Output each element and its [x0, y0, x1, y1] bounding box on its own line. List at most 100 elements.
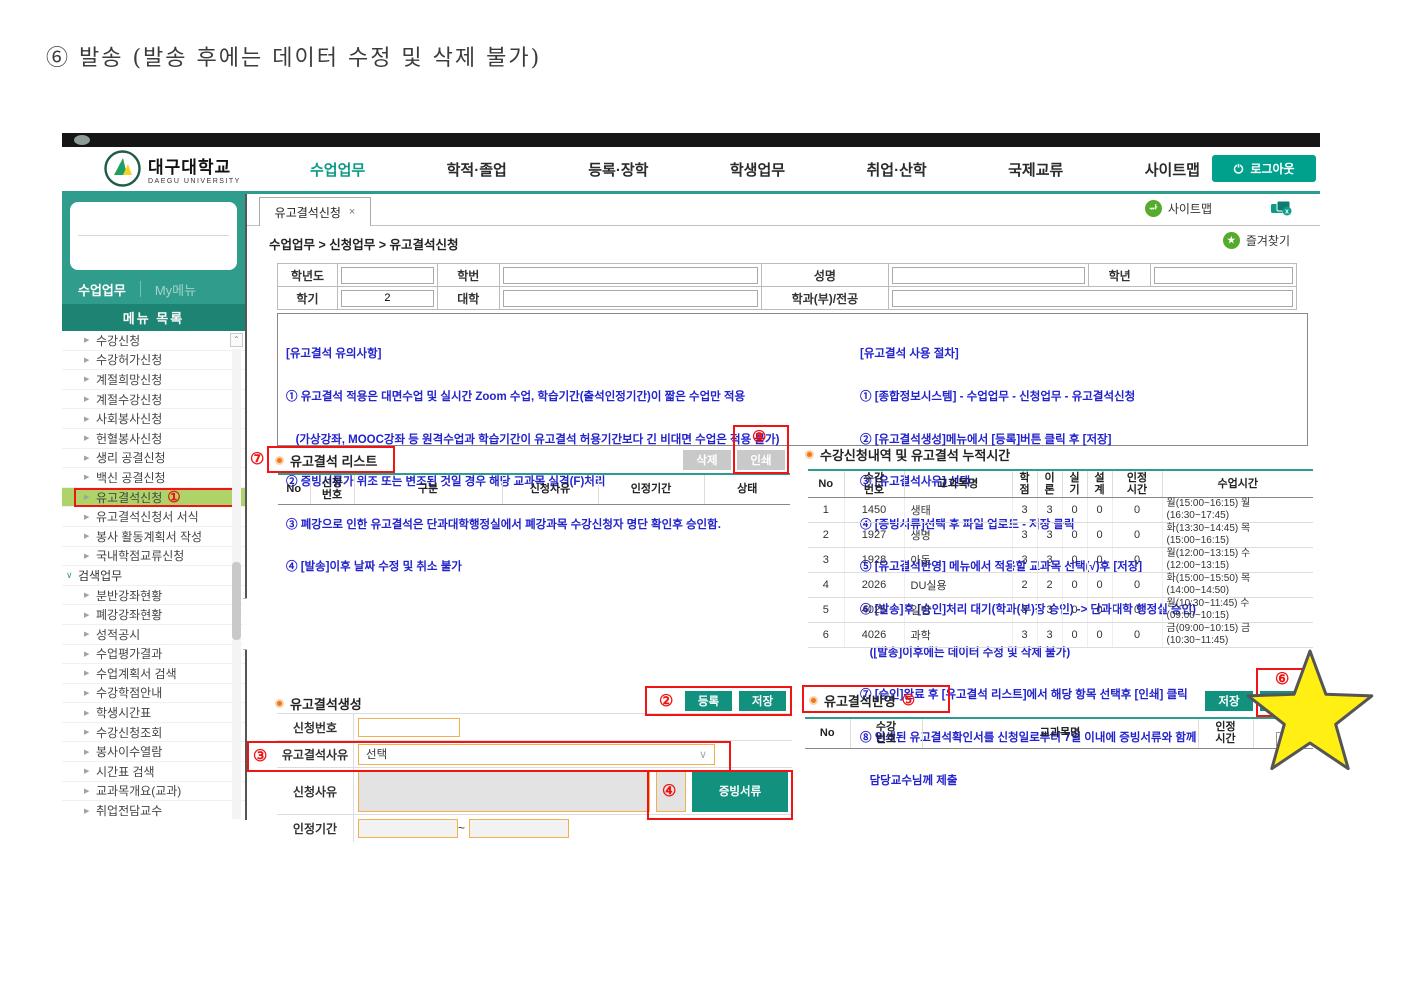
notice-box: [유고결석 유의사항] ① 유고결석 적용은 대면수업 및 실시간 Zoom 수…	[277, 313, 1308, 446]
sidebar-item-eval-result[interactable]: ▶수업평가결과	[62, 645, 245, 665]
sidebar-item-credit-exchange[interactable]: ▶국내학점교류신청	[62, 547, 245, 567]
print-button[interactable]: 인쇄	[737, 450, 785, 470]
label-term: 학기	[278, 287, 338, 310]
sitemap-link[interactable]: ᆎ 사이트맵	[1145, 200, 1212, 217]
label-student-no: 학번	[437, 264, 499, 287]
annotation-4: ④	[662, 784, 676, 800]
logo-subtitle: DAEGU UNIVERSITY	[148, 178, 241, 185]
sidebar-item-course-overview[interactable]: ▶교과목개요(교과)	[62, 782, 245, 802]
sidebar-item-timetable-search[interactable]: ▶시간표 검색	[62, 762, 245, 782]
favorite-button[interactable]: ★ 즐겨찾기	[1223, 232, 1290, 249]
sidebar-item-class-status[interactable]: ▶분반강좌현황	[62, 586, 245, 606]
dept-input[interactable]	[892, 290, 1293, 307]
sitemap-icon: ᆎ	[1145, 200, 1162, 217]
arrow-icon: ▶	[84, 395, 89, 403]
nav-item-sitemap[interactable]: 사이트맵	[1145, 159, 1200, 180]
university-logo[interactable]: 대구대학교 DAEGU UNIVERSITY	[104, 150, 241, 187]
period-start-input[interactable]	[358, 819, 458, 838]
sidebar-item-vaccine-absence[interactable]: ▶백신 공결신청	[62, 468, 245, 488]
sidebar-group-search[interactable]: ∨검색업무	[62, 566, 245, 586]
arrow-icon: ▶	[84, 650, 89, 658]
arrow-icon: ▶	[84, 689, 89, 697]
logo-title: 대구대학교	[148, 153, 241, 178]
bullet-icon	[275, 456, 284, 465]
nav-item-records[interactable]: 학적·졸업	[447, 159, 507, 180]
sidebar-item-grade-post[interactable]: ▶성적공시	[62, 625, 245, 645]
scrollbar-up-icon[interactable]: ⌃	[230, 333, 243, 347]
sidebar-item-seasonal-hope[interactable]: ▶계절희망신청	[62, 370, 245, 390]
arrow-icon: ▶	[84, 669, 89, 677]
notice-right-title: [유고결석 사용 절차]	[860, 347, 1305, 361]
course-row: 54025일반33000월(10:30~11:45) 수(09:00~10:15…	[808, 597, 1313, 622]
arrow-icon: ▶	[84, 728, 89, 736]
sidebar-item-clipped[interactable]: ▶취업전담교수	[62, 801, 245, 820]
bullet-icon	[809, 696, 818, 705]
star-annotation	[1242, 646, 1378, 782]
sidebar-scrollbar-thumb[interactable]	[232, 562, 241, 640]
grade-input[interactable]	[1154, 267, 1293, 284]
sidebar-item-excused-absence[interactable]: ▶ 유고결석신청 ①	[62, 488, 245, 508]
sidebar-item-menstrual-absence[interactable]: ▶생리 공결신청	[62, 449, 245, 469]
sidebar-tabs: 수업업무 My메뉴	[62, 274, 245, 304]
tab-close-icon[interactable]: ×	[349, 206, 355, 218]
sidebar-item-social-service[interactable]: ▶사회봉사신청	[62, 409, 245, 429]
power-icon	[1233, 163, 1244, 174]
sidebar-item-syllabus-search[interactable]: ▶수업계획서 검색	[62, 664, 245, 684]
label-college: 대학	[437, 287, 499, 310]
tab-bar: 유고결석신청 × ᆎ 사이트맵 x	[247, 194, 1320, 226]
close-all-tabs-icon[interactable]: x	[1270, 200, 1292, 222]
sidebar-item-blood-service[interactable]: ▶헌혈봉사신청	[62, 429, 245, 449]
request-no-input[interactable]	[358, 718, 460, 737]
window-control-icon	[74, 135, 90, 145]
create-save-button[interactable]: 저장	[739, 691, 786, 711]
term-input[interactable]	[341, 290, 434, 307]
app-window: 대구대학교 DAEGU UNIVERSITY 수업업무 학적·졸업 등록·장학 …	[62, 133, 1320, 820]
breadcrumb: 수업업무 > 신청업무 > 유고결석신청	[269, 234, 459, 253]
reason-textarea[interactable]	[358, 770, 650, 812]
sidebar-tab-mymenu[interactable]: My메뉴	[155, 280, 196, 299]
logout-button[interactable]: 로그아웃	[1212, 155, 1316, 182]
college-input[interactable]	[503, 290, 758, 307]
arrow-icon: ▶	[84, 748, 89, 756]
period-end-input[interactable]	[469, 819, 569, 838]
bullet-icon	[805, 450, 814, 459]
nav-item-classwork[interactable]: 수업업무	[310, 159, 365, 180]
annotation-box-1	[74, 488, 238, 507]
name-input[interactable]	[892, 267, 1085, 284]
arrow-icon: ▶	[84, 532, 89, 540]
sidebar-item-sugang[interactable]: ▶수강신청	[62, 331, 245, 351]
sidebar-item-sugang-permit[interactable]: ▶수강허가신청	[62, 351, 245, 371]
nav-item-student[interactable]: 학생업무	[730, 159, 785, 180]
sidebar-item-closed-class[interactable]: ▶폐강강좌현황	[62, 605, 245, 625]
year-input[interactable]	[341, 267, 434, 284]
nav-item-career[interactable]: 취업·산학	[867, 159, 927, 180]
sidebar-item-absence-form[interactable]: ▶유고결석신청서 서식	[62, 507, 245, 527]
sidebar-tab-classwork[interactable]: 수업업무	[78, 280, 126, 299]
university-emblem-icon	[104, 150, 141, 187]
delete-button[interactable]: 삭제	[683, 450, 731, 470]
label-period: 인정기간	[277, 815, 354, 842]
nav-item-registration[interactable]: 등록·장학	[588, 159, 648, 180]
label-dept: 학과(부)/전공	[761, 287, 889, 310]
sidebar-item-credit-guide[interactable]: ▶수강학점안내	[62, 684, 245, 704]
arrow-icon: ▶	[84, 356, 89, 364]
tab-excused-absence[interactable]: 유고결석신청 ×	[259, 197, 371, 226]
favorite-star-icon: ★	[1223, 232, 1240, 249]
register-button[interactable]: 등록	[685, 691, 732, 711]
sidebar-item-service-record[interactable]: ▶봉사이수열람	[62, 742, 245, 762]
sidebar-item-timetable[interactable]: ▶학생시간표	[62, 703, 245, 723]
course-row: 31928아동33000월(12:00~13:15) 수(12:00~13:15…	[808, 547, 1313, 572]
menu-list-header: 메뉴 목록	[62, 304, 245, 331]
sidebar-item-service-plan[interactable]: ▶봉사 활동계획서 작성	[62, 527, 245, 547]
sidebar-item-sugang-lookup[interactable]: ▶수강신청조회	[62, 723, 245, 743]
annotation-8: ⑧	[752, 430, 766, 446]
annotation-7: ⑦	[250, 452, 264, 468]
arrow-icon: ▶	[84, 336, 89, 344]
reason-type-select[interactable]: 선택 ∨	[358, 744, 715, 765]
student-no-input[interactable]	[503, 267, 758, 284]
nav-item-international[interactable]: 국제교류	[1008, 159, 1063, 180]
arrow-icon: ▶	[84, 709, 89, 717]
sidebar-item-seasonal[interactable]: ▶계절수강신청	[62, 390, 245, 410]
arrow-icon: ▶	[84, 552, 89, 560]
evidence-button[interactable]: 증빙서류	[692, 770, 788, 812]
